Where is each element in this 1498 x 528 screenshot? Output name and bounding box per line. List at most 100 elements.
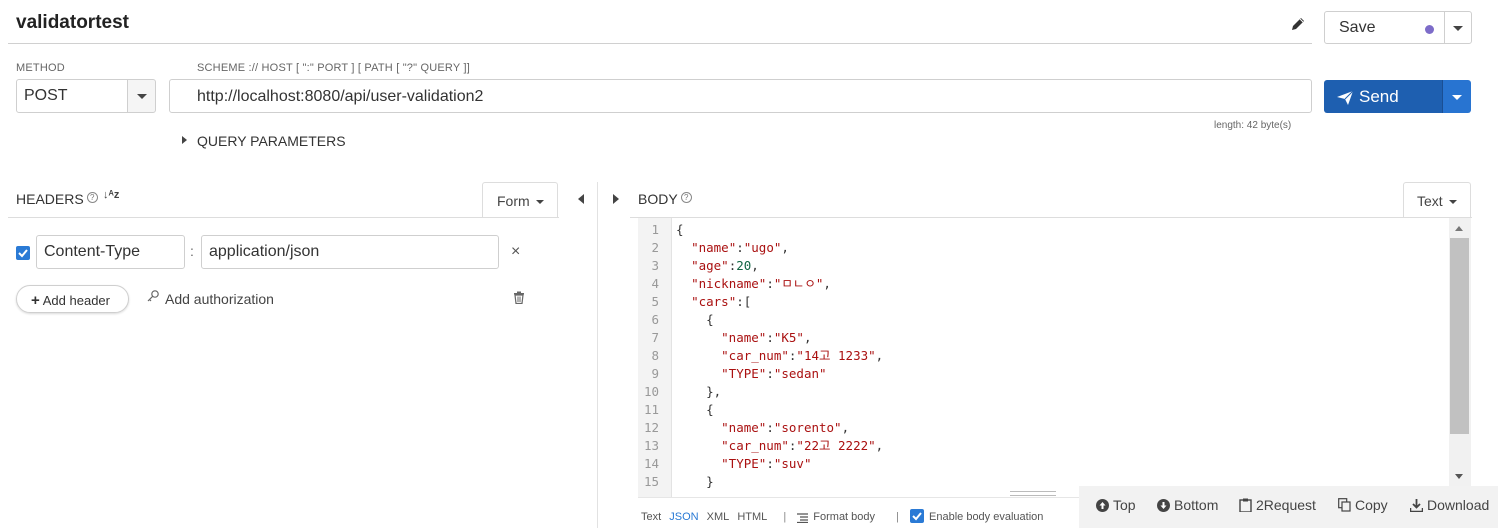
query-parameters-toggle[interactable]: QUERY PARAMETERS <box>197 133 346 149</box>
save-button[interactable]: Save <box>1324 11 1445 44</box>
body-format-bar: Text JSON XML HTML | Format body | Enabl… <box>641 509 1053 523</box>
url-input[interactable]: http://localhost:8080/api/user-validatio… <box>169 79 1312 113</box>
code-line: "TYPE":"suv" <box>721 456 812 471</box>
format-json[interactable]: JSON <box>669 511 698 523</box>
line-number: 7 <box>651 330 659 345</box>
header-enabled-checkbox[interactable] <box>16 246 30 260</box>
line-number: 11 <box>643 402 659 417</box>
align-icon <box>797 513 809 523</box>
bottom-button[interactable]: Bottom <box>1157 497 1218 513</box>
send-label: Send <box>1359 87 1399 106</box>
panel-divider[interactable] <box>597 182 598 528</box>
body-editor[interactable]: 1 2 3 4 5 6 7 8 9 10 11 12 13 14 15 { "name":"ugo", "a… <box>638 218 1471 498</box>
help-icon[interactable]: ? <box>86 192 98 203</box>
header-value-input[interactable]: application/json <box>201 235 499 269</box>
method-dropdown-button[interactable] <box>127 79 156 113</box>
line-number: 5 <box>651 294 659 309</box>
line-number: 15 <box>643 474 659 489</box>
line-number: 9 <box>651 366 659 381</box>
help-icon[interactable]: ? <box>680 192 692 203</box>
format-text[interactable]: Text <box>641 511 661 523</box>
format-xml[interactable]: XML <box>707 511 730 523</box>
to-request-label: 2Request <box>1256 497 1316 513</box>
to-request-button[interactable]: 2Request <box>1239 497 1316 513</box>
plus-icon: + <box>31 292 40 309</box>
copy-button[interactable]: Copy <box>1338 497 1388 513</box>
top-label: Top <box>1113 497 1136 513</box>
url-length: length: 42 byte(s) <box>1214 120 1292 131</box>
line-number-gutter: 1 2 3 4 5 6 7 8 9 10 11 12 13 14 15 <box>638 218 672 497</box>
code-line: "nickname":"ㅁㄴㅇ", <box>691 276 831 291</box>
scroll-down-icon[interactable] <box>1455 474 1463 479</box>
bottom-label: Bottom <box>1174 497 1219 513</box>
method-label: METHOD <box>16 62 65 74</box>
headers-mode-dropdown[interactable]: Form <box>482 182 558 218</box>
header-separator: : <box>190 243 194 259</box>
sort-icon[interactable]: ↓ᴬᴢ <box>103 189 119 201</box>
remove-header-icon[interactable]: × <box>511 243 520 261</box>
editor-resize-handle[interactable] <box>1010 491 1056 496</box>
separator: | <box>896 511 899 523</box>
body-mode-label: Text <box>1417 193 1443 209</box>
scroll-up-icon[interactable] <box>1455 226 1463 231</box>
enable-evaluation-toggle[interactable]: Enable body evaluation <box>910 509 1048 523</box>
line-number: 13 <box>643 438 659 453</box>
code-line: }, <box>676 384 722 399</box>
code-line: "cars":[ <box>691 294 752 309</box>
header-key-input[interactable]: Content-Type <box>36 235 185 269</box>
separator: | <box>783 511 787 523</box>
chevron-down-icon <box>1448 200 1457 205</box>
code-line: "name":"K5", <box>721 330 812 345</box>
arrow-up-circle-icon <box>1096 499 1109 512</box>
headers-label: HEADERS <box>16 191 84 207</box>
format-html[interactable]: HTML <box>737 511 767 523</box>
chevron-down-icon <box>1453 25 1463 31</box>
code-line: "name":"ugo", <box>691 240 789 255</box>
body-mode-dropdown[interactable]: Text <box>1403 182 1471 218</box>
line-number: 12 <box>643 420 659 435</box>
headers-title: HEADERS? <box>16 191 98 207</box>
line-number: 14 <box>643 456 659 471</box>
body-code[interactable]: { "name":"ugo", "age":20, "nickname":"ㅁㄴ… <box>676 221 883 491</box>
copy-label: Copy <box>1355 497 1388 513</box>
code-line: "car_num":"22고 2222", <box>721 438 884 453</box>
code-line: { <box>676 402 714 417</box>
code-line: "car_num":"14고 1233", <box>721 348 884 363</box>
top-button[interactable]: Top <box>1096 497 1136 513</box>
checkbox-checked-icon <box>910 509 925 523</box>
download-icon <box>1410 499 1423 512</box>
collapse-left-icon[interactable] <box>578 194 584 204</box>
code-line: } <box>676 474 714 489</box>
method-select[interactable]: POST <box>16 79 128 113</box>
pencil-icon[interactable] <box>1290 16 1308 34</box>
send-dropdown-button[interactable] <box>1442 80 1471 113</box>
key-icon <box>146 289 160 306</box>
send-button[interactable]: Send <box>1324 80 1443 113</box>
expand-arrow-icon[interactable] <box>182 136 187 144</box>
line-number: 6 <box>651 312 659 327</box>
download-button[interactable]: Download <box>1410 497 1489 513</box>
download-label: Download <box>1427 497 1490 513</box>
add-header-label: Add header <box>42 293 110 308</box>
line-number: 8 <box>651 348 659 363</box>
headers-mode-label: Form <box>497 193 530 209</box>
chevron-down-icon <box>136 94 147 99</box>
paper-plane-icon <box>1337 90 1354 110</box>
line-number: 1 <box>651 222 659 237</box>
add-authorization-link[interactable]: Add authorization <box>165 291 274 307</box>
code-line: { <box>676 312 714 327</box>
expand-right-icon[interactable] <box>613 194 619 204</box>
scheme-label: SCHEME :// HOST [ ":" PORT ] [ PATH [ "?… <box>197 62 470 74</box>
trash-icon[interactable] <box>513 291 525 307</box>
request-name[interactable]: validatortest <box>16 12 129 34</box>
scrollbar-thumb[interactable] <box>1450 238 1469 434</box>
format-body-button[interactable]: Format body <box>797 511 883 523</box>
save-dropdown-button[interactable] <box>1444 11 1472 44</box>
line-number: 4 <box>651 276 659 291</box>
add-header-button[interactable]: + Add header <box>16 285 129 313</box>
code-line: "TYPE":"sedan" <box>721 366 827 381</box>
enable-evaluation-label: Enable body evaluation <box>929 511 1044 523</box>
divider <box>8 217 559 218</box>
copy-icon <box>1338 498 1351 512</box>
save-label: Save <box>1339 19 1376 36</box>
